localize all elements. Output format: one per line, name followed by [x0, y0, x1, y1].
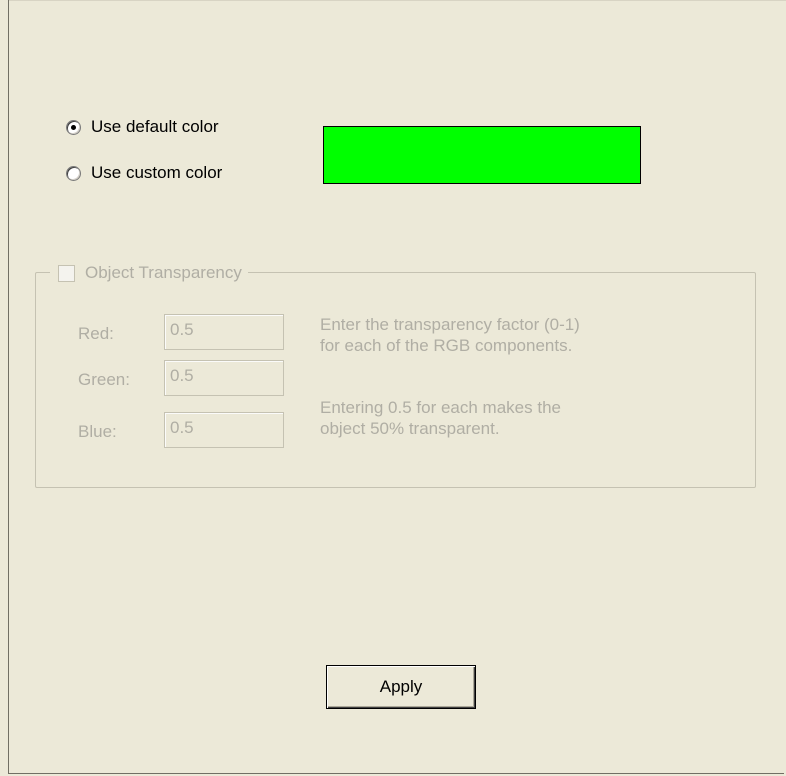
use-default-color-option[interactable]: Use default color [66, 115, 219, 139]
custom-color-radio[interactable] [66, 165, 81, 181]
transparency-checkbox[interactable] [58, 264, 75, 282]
hint-line-3: Entering 0.5 for each makes the [320, 398, 561, 417]
red-label: Red: [78, 324, 114, 343]
red-input[interactable]: 0.5 [164, 314, 284, 350]
transparency-groupbox [35, 272, 756, 488]
blue-input[interactable]: 0.5 [164, 412, 284, 448]
hint-line-1: Enter the transparency factor (0-1) [320, 315, 580, 334]
transparency-title: Object Transparency [85, 263, 242, 282]
hint-line-2: for each of the RGB components. [320, 336, 573, 355]
green-input[interactable]: 0.5 [164, 360, 284, 396]
hint-line-4: object 50% transparent. [320, 419, 500, 438]
custom-color-label: Use custom color [91, 163, 223, 182]
transparency-group-header: Object Transparency [50, 260, 248, 286]
transparency-hint-1: Enter the transparency factor (0-1) for … [320, 314, 580, 356]
transparency-hint-2: Entering 0.5 for each makes the object 5… [320, 397, 561, 439]
apply-button[interactable]: Apply [326, 665, 476, 709]
green-label: Green: [78, 370, 130, 389]
default-color-label: Use default color [91, 117, 219, 136]
blue-label: Blue: [78, 422, 117, 441]
color-swatch[interactable] [323, 126, 641, 184]
use-custom-color-option[interactable]: Use custom color [66, 161, 222, 185]
default-color-radio[interactable] [66, 119, 81, 135]
